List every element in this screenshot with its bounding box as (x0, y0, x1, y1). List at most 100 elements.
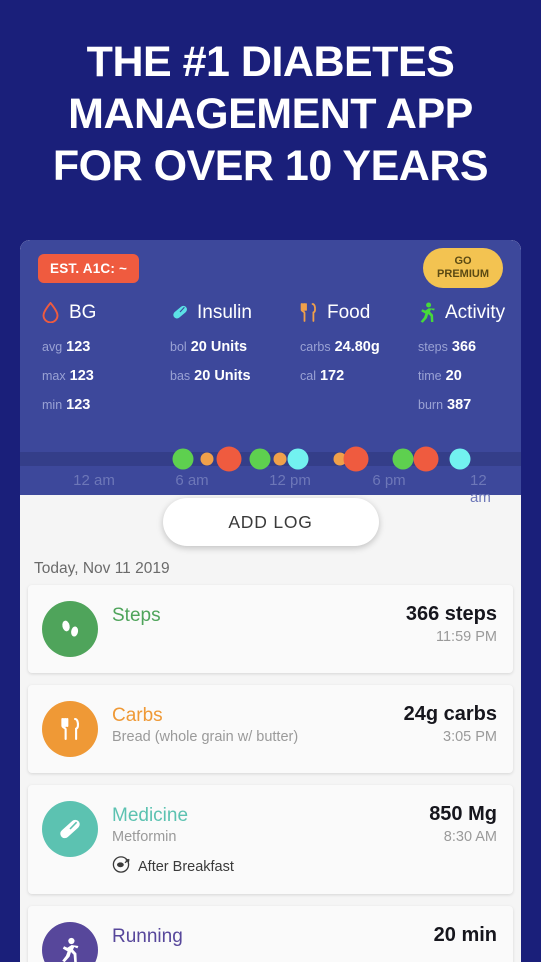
log-row-title: Medicine (112, 805, 189, 826)
log-row-details: Medicine Metformin After Breakfast (112, 801, 429, 878)
log-row-values: 850 Mg 8:30 AM (429, 801, 497, 845)
runner-icon (42, 922, 98, 962)
stat-value-bol: 20 Units (190, 339, 248, 355)
app-screen: EST. A1C: ~ GO PREMIUM BG avg 123 max 12… (20, 240, 521, 962)
timeline-dot[interactable] (172, 448, 194, 470)
go-premium-line-2: PREMIUM (437, 268, 489, 280)
log-row-values: 20 min (434, 922, 497, 947)
stat-value-time: 20 (445, 368, 462, 384)
log-row-time: 8:30 AM (443, 829, 497, 845)
log-row-note: After Breakfast (112, 855, 429, 878)
stat-value-carbs: 24.80g (334, 339, 380, 355)
footsteps-icon (42, 601, 98, 657)
log-row-title: Carbs (112, 705, 163, 726)
log-row-value: 20 min (433, 924, 497, 946)
stat-value-max: 123 (69, 368, 94, 384)
log-date-label: Today, Nov 11 2019 (34, 560, 170, 577)
stat-row-min: min 123 (42, 396, 148, 414)
stat-title-food: Food (327, 302, 371, 323)
stat-row-burn: burn 387 (418, 396, 521, 414)
stat-value-min: 123 (66, 397, 91, 413)
timeline-dot[interactable] (200, 452, 214, 466)
fork-knife-icon (42, 701, 98, 757)
log-row-details: Carbs Bread (whole grain w/ butter) (112, 701, 404, 745)
stat-value-bas: 20 Units (194, 368, 251, 384)
stat-value-avg: 123 (66, 339, 91, 355)
timeline-hour-label: 12 am (470, 472, 491, 506)
stat-value-burn: 387 (447, 397, 472, 413)
day-timeline[interactable] (20, 446, 521, 472)
stat-header-food: Food (300, 302, 396, 324)
add-log-button[interactable]: ADD LOG (162, 498, 379, 546)
meal-tag-icon (112, 855, 131, 878)
fork-knife-icon (300, 302, 320, 324)
stat-column-insulin[interactable]: Insulin bol 20 Units bas 20 Units (148, 302, 278, 425)
log-row[interactable]: Medicine Metformin After Breakfast 850 Mg 8:… (28, 785, 513, 894)
stat-key-carbs: carbs (300, 340, 331, 354)
stat-key-time: time (418, 369, 442, 383)
stat-title-bg: BG (69, 302, 97, 323)
timeline-dot[interactable] (413, 446, 439, 472)
est-a1c-badge[interactable]: EST. A1C: ~ (38, 254, 140, 283)
stat-row-avg: avg 123 (42, 338, 148, 356)
stat-row-max: max 123 (42, 367, 148, 385)
stat-column-activity[interactable]: Activity steps 366 time 20 burn 387 (396, 302, 521, 425)
headline-line-1: THE #1 DIABETES (86, 38, 455, 86)
stat-column-food[interactable]: Food carbs 24.80g cal 172 (278, 302, 396, 425)
stat-value-steps: 366 (451, 339, 477, 355)
stat-key-min: min (42, 398, 63, 412)
summary-panel: EST. A1C: ~ GO PREMIUM BG avg 123 max 12… (20, 240, 521, 510)
stat-key-bas: bas (170, 369, 191, 383)
log-row[interactable]: Carbs Bread (whole grain w/ butter) 24g ca… (28, 685, 513, 773)
stat-column-bg[interactable]: BG avg 123 max 123 min 123 (20, 301, 148, 425)
log-row-note-label: After Breakfast (138, 858, 234, 875)
headline-line-2: MANAGEMENT APP (68, 90, 473, 138)
log-row[interactable]: Running 20 min (28, 906, 513, 962)
app-screenshot: THE #1 DIABETES MANAGEMENT APP FOR OVER … (0, 0, 541, 962)
page-title: THE #1 DIABETES MANAGEMENT APP FOR OVER … (0, 36, 541, 192)
log-row-values: 366 steps 11:59 PM (406, 601, 497, 645)
stat-key-burn: burn (418, 398, 444, 412)
log-row-subtitle: Bread (whole grain w/ butter) (112, 729, 299, 745)
log-row-values: 24g carbs 3:05 PM (404, 701, 497, 745)
stat-row-cal: cal 172 (300, 367, 396, 385)
log-row-time: 3:05 PM (443, 729, 497, 745)
timeline-hour-label: 12 am (73, 472, 115, 489)
timeline-hour-label: 12 pm (269, 472, 311, 489)
timeline-dot[interactable] (273, 452, 287, 466)
stat-row-steps: steps 366 (418, 338, 521, 356)
stats-row: BG avg 123 max 123 min 123 Insulin bol 2… (20, 301, 521, 425)
stat-header-insulin: Insulin (170, 302, 278, 324)
log-row-time: 11:59 PM (436, 629, 497, 645)
runner-icon (418, 302, 438, 324)
log-row-value: 24g carbs (403, 703, 497, 725)
log-row-value: 850 Mg (429, 803, 497, 825)
timeline-dot[interactable] (392, 448, 414, 470)
blood-drop-icon (42, 301, 62, 324)
log-row-details: Running (112, 922, 434, 950)
stat-key-bol: bol (170, 340, 187, 354)
log-list: Steps 366 steps 11:59 PM Carbs Bread (whole … (20, 585, 521, 962)
timeline-dot[interactable] (216, 446, 242, 472)
log-row-title: Running (112, 926, 183, 947)
pill-icon (170, 302, 190, 324)
stat-key-max: max (42, 369, 66, 383)
timeline-dot[interactable] (287, 448, 309, 470)
timeline-dot[interactable] (249, 448, 271, 470)
stat-row-carbs: carbs 24.80g (300, 338, 396, 356)
timeline-labels: 12 am 6 am 12 pm 6 pm 12 am (20, 472, 521, 506)
stat-title-activity: Activity (445, 302, 506, 323)
stat-title-insulin: Insulin (197, 302, 252, 323)
go-premium-button[interactable]: GO PREMIUM (423, 248, 503, 288)
timeline-dot[interactable] (343, 446, 369, 472)
log-row-details: Steps (112, 601, 406, 629)
timeline-hour-label: 6 pm (372, 472, 406, 489)
log-row[interactable]: Steps 366 steps 11:59 PM (28, 585, 513, 673)
stat-key-cal: cal (300, 369, 316, 383)
timeline-dot[interactable] (449, 448, 471, 470)
log-row-subtitle: Metformin (112, 829, 177, 845)
pill-icon (42, 801, 98, 857)
stat-row-basal: bas 20 Units (170, 367, 278, 385)
stat-row-time: time 20 (418, 367, 521, 385)
log-row-title: Steps (112, 605, 161, 626)
